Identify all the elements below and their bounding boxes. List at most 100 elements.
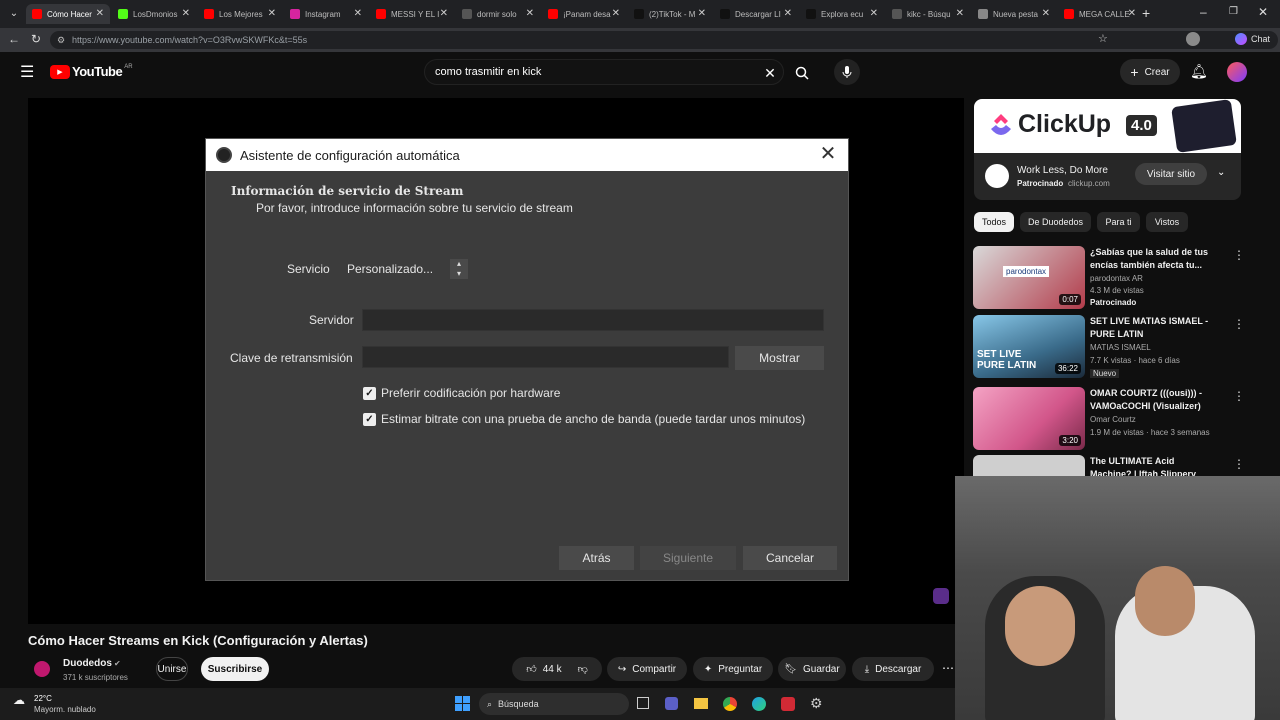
next-button[interactable]: Siguiente [640,546,736,570]
recommendation-item[interactable]: 3:20 OMAR COURTZ (((ousi))) - VAMOaCOCHI… [973,387,1245,451]
ask-button[interactable]: ✦ Preguntar [693,657,773,681]
tab-close-icon[interactable]: ✕ [784,8,792,19]
video-thumbnail[interactable]: 3:20 [973,387,1085,450]
chip-from-channel[interactable]: De Duodedos [1020,212,1091,232]
window-close-icon[interactable]: ✕ [1258,5,1268,19]
tab-list-icon[interactable]: ⌄ [6,6,22,22]
save-button[interactable]: 🔖︎ Guardar [778,657,846,681]
browser-tab[interactable]: MEGA CALLE ✕ [1058,4,1142,24]
minimize-icon[interactable]: – [1200,5,1207,19]
clear-search-icon[interactable]: ✕ [757,60,783,86]
back-icon[interactable]: ← [8,32,20,46]
browser-tab[interactable]: Instagram ✕ [284,4,368,24]
tab-close-icon[interactable]: ✕ [1128,8,1136,19]
ad-banner[interactable]: ClickUp 4.0 [974,99,1241,153]
youtube-logo[interactable]: ▶ YouTube AR [50,64,133,79]
tab-close-icon[interactable]: ✕ [440,8,448,19]
tab-close-icon[interactable]: ✕ [956,8,964,19]
reload-icon[interactable]: ↻ [31,32,41,46]
tab-close-icon[interactable]: ✕ [1042,8,1050,19]
video-thumbnail[interactable]: parodontax 0:07 [973,246,1085,309]
dialog-close-icon[interactable]: ✕ [816,143,840,167]
browser-tab[interactable]: Los Mejores ✕ [198,4,282,24]
subscribe-button[interactable]: Suscribirse [201,657,269,681]
recommendation-title[interactable]: SET LIVE MATIAS ISMAEL - PURE LATIN [1090,315,1218,341]
more-options-icon[interactable]: ⋮ [1233,389,1245,403]
search-icon[interactable] [789,60,815,86]
site-info-icon[interactable]: ⚙ [57,31,65,49]
recommendation-item[interactable]: SET LIVE PURE LATIN 36:22 SET LIVE MATIA… [973,315,1245,379]
file-explorer-icon[interactable] [694,698,708,709]
browser-tab[interactable]: kikc - Búsqu ✕ [886,4,970,24]
browser-tab[interactable]: dormir solo ✕ [456,4,540,24]
favorite-star-icon[interactable]: ☆ [1098,32,1108,45]
hardware-encoding-checkbox[interactable]: ✓ [363,387,376,400]
browser-tab[interactable]: Cómo Hacer ✕ [26,4,110,24]
task-view-icon[interactable] [637,697,649,709]
back-button[interactable]: Atrás [559,546,634,570]
player-overlay-icon[interactable] [933,588,949,604]
address-bar[interactable]: ⚙ https://www.youtube.com/watch?v=O3RvwS… [50,31,1278,49]
chip-for-you[interactable]: Para ti [1097,212,1140,232]
taskbar-search[interactable]: ⌕ Búsqueda [479,693,629,715]
profile-avatar[interactable] [1186,32,1200,46]
tab-close-icon[interactable]: ✕ [182,8,190,19]
browser-tab[interactable]: Explora ecu ✕ [800,4,884,24]
browser-tab[interactable]: MESSI Y EL I ✕ [370,4,454,24]
more-actions-icon[interactable]: ⋯ [942,661,954,675]
browser-tab[interactable]: Descargar LI ✕ [714,4,798,24]
more-options-icon[interactable]: ⋮ [1233,317,1245,331]
chip-all[interactable]: Todos [974,212,1014,232]
tab-close-icon[interactable]: ✕ [612,8,620,19]
recommendation-item[interactable]: parodontax 0:07 ¿Sabías que la salud de … [973,246,1245,310]
share-button[interactable]: ↪ Compartir [607,657,687,681]
chat-icon[interactable] [1235,33,1247,45]
visit-site-button[interactable]: Visitar sitio [1135,163,1207,185]
stream-key-input[interactable] [362,346,729,368]
edge-icon[interactable] [752,697,766,711]
temperature[interactable]: 22°C [34,694,52,703]
video-thumbnail[interactable] [973,455,1085,476]
show-key-button[interactable]: Mostrar [735,346,824,370]
join-button[interactable]: Unirse [156,657,188,681]
browser-tab[interactable]: ¡Panam desa ✕ [542,4,626,24]
more-options-icon[interactable]: ⋮ [1233,457,1243,471]
browser-tab[interactable]: LosDmonios ✕ [112,4,196,24]
recommendation-item[interactable]: The ULTIMATE Acid Machine? | Iftah Slipp… [973,455,1243,476]
tab-close-icon[interactable]: ✕ [870,8,878,19]
download-button[interactable]: ⤓ Descargar [852,657,934,681]
tab-close-icon[interactable]: ✕ [698,8,706,19]
browser-tab[interactable]: Nueva pesta ✕ [972,4,1056,24]
account-avatar[interactable] [1227,62,1247,82]
chrome-icon[interactable] [723,697,737,711]
channel-name[interactable]: Duodedos [63,658,112,669]
settings-gear-icon[interactable]: ⚙ [810,695,823,712]
windows-start-icon[interactable] [455,696,470,711]
tab-close-icon[interactable]: ✕ [526,8,534,19]
like-button[interactable]: 👍︎ 44 k 👎︎ [512,657,602,681]
tab-close-icon[interactable]: ✕ [354,8,362,19]
tab-close-icon[interactable]: ✕ [96,8,104,19]
ad-headline[interactable]: Work Less, Do More [1017,165,1108,176]
notifications-icon[interactable]: 🔔︎ [1190,63,1208,80]
bitrate-test-checkbox[interactable]: ✓ [363,413,376,426]
server-input[interactable] [362,309,824,331]
create-button[interactable]: + Crear [1120,59,1180,85]
recommendation-title[interactable]: OMAR COURTZ (((ousi))) - VAMOaCOCHI (Vis… [1090,387,1218,413]
meet-icon[interactable] [665,697,678,710]
browser-tab[interactable]: (2)TikTok - M ✕ [628,4,712,24]
app-icon[interactable] [781,697,795,711]
search-input[interactable]: como trasmitir en kick [424,59,784,85]
recommendation-title[interactable]: The ULTIMATE Acid Machine? | Iftah Slipp… [1090,455,1218,476]
channel-avatar[interactable] [34,661,50,677]
microphone-icon[interactable] [834,59,860,85]
chevron-down-icon[interactable]: ⌄ [1217,167,1225,178]
chip-watched[interactable]: Vistos [1146,212,1188,232]
dislike-icon[interactable]: 👎︎ [578,663,588,675]
chat-label[interactable]: Chat [1251,34,1270,44]
tab-close-icon[interactable]: ✕ [268,8,276,19]
video-thumbnail[interactable]: SET LIVE PURE LATIN 36:22 [973,315,1085,378]
service-select[interactable]: Personalizado... ▴ ▾ [338,257,470,281]
more-options-icon[interactable]: ⋮ [1233,248,1245,262]
new-tab-icon[interactable]: + [1142,5,1150,21]
